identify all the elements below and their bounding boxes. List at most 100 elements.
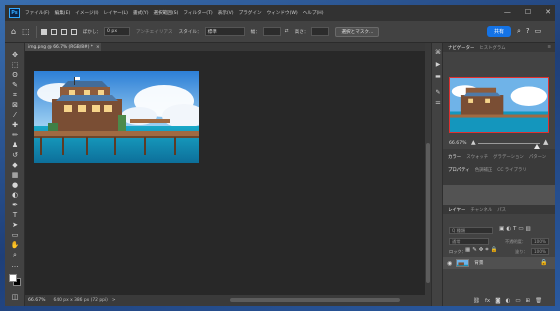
quick-mask-icon[interactable]: ◫ xyxy=(10,293,20,302)
minimize-button[interactable]: — xyxy=(504,8,511,16)
tab-paths[interactable]: パス xyxy=(497,207,506,213)
tab-close-icon[interactable]: × xyxy=(96,45,100,50)
menu-layer[interactable]: レイヤー(L) xyxy=(104,10,128,16)
lasso-tool-icon[interactable]: ʘ xyxy=(10,71,20,80)
layer-kind-filter[interactable]: Q 種類 xyxy=(449,227,493,234)
navigator-thumbnail[interactable] xyxy=(449,77,549,133)
layer-lock-icon[interactable]: 🔒 xyxy=(540,259,547,266)
comments-icon[interactable]: ▬ xyxy=(434,73,442,81)
menu-window[interactable]: ウィンドウ(W) xyxy=(267,10,298,16)
menu-filter[interactable]: フィルター(T) xyxy=(183,10,212,16)
tab-swatches[interactable]: スウォッチ xyxy=(466,154,488,160)
layer-filter-icons[interactable]: ▣◐T▭▥ xyxy=(499,226,533,232)
panel-menu-icon[interactable]: ≡ xyxy=(547,45,551,50)
help-icon[interactable]: ? xyxy=(526,27,530,36)
menu-help[interactable]: ヘルプ(H) xyxy=(303,10,324,16)
add-selection-icon[interactable] xyxy=(50,28,57,35)
blend-mode-select[interactable]: 通常 xyxy=(449,238,489,245)
link-layers-icon[interactable]: ⛓ xyxy=(473,298,480,304)
zoom-in-icon[interactable]: ▲ xyxy=(543,138,548,146)
pen-tool-icon[interactable]: ✒ xyxy=(10,201,20,210)
home-icon[interactable]: ⌂ xyxy=(11,27,16,36)
select-and-mask-button[interactable]: 選択とマスク... xyxy=(335,26,380,37)
tab-gradients[interactable]: グラデーション xyxy=(493,154,524,160)
close-button[interactable]: ✕ xyxy=(545,8,551,16)
adjust-icon[interactable]: ⚌ xyxy=(434,99,442,107)
swap-icon[interactable]: ⇄ xyxy=(285,29,289,34)
intersect-selection-icon[interactable] xyxy=(70,28,77,35)
status-menu-arrow[interactable]: > xyxy=(112,298,116,303)
add-mask-icon[interactable]: ◙ xyxy=(495,298,500,304)
brush-tool-icon[interactable]: ✏ xyxy=(10,131,20,140)
more-tools-icon[interactable]: … xyxy=(10,261,20,270)
layer-name[interactable]: 背景 xyxy=(474,260,483,266)
tab-properties[interactable]: プロパティ xyxy=(448,167,470,173)
marquee-tool-icon[interactable]: ⬚ xyxy=(10,61,20,70)
frame-tool-icon[interactable]: ⊠ xyxy=(10,101,20,110)
eraser-tool-icon[interactable]: ◆ xyxy=(10,161,20,170)
antialias-checkbox[interactable]: アンチエイリアス xyxy=(136,29,173,35)
menu-plugins[interactable]: プラグイン xyxy=(239,10,262,16)
marquee-tool-preset-icon[interactable]: ⬚ xyxy=(22,27,30,36)
tab-histogram[interactable]: ヒストグラム xyxy=(479,45,505,51)
history-icon[interactable]: ⌘ xyxy=(434,49,442,57)
feather-input[interactable]: 0 px xyxy=(104,27,131,36)
horizontal-scroll-thumb[interactable] xyxy=(230,298,400,302)
actions-play-icon[interactable]: ▶ xyxy=(434,61,442,69)
tab-channels[interactable]: チャンネル xyxy=(470,207,492,213)
tab-layers[interactable]: レイヤー xyxy=(448,207,465,213)
menu-edit[interactable]: 編集(E) xyxy=(55,10,71,16)
new-selection-icon[interactable] xyxy=(40,28,47,35)
menu-type[interactable]: 書式(Y) xyxy=(133,10,149,16)
new-layer-icon[interactable]: ⊞ xyxy=(526,298,531,304)
menu-select[interactable]: 選択範囲(S) xyxy=(154,10,179,16)
brush-settings-icon[interactable]: ✎ xyxy=(434,89,442,97)
workspace-icon[interactable]: ▭ xyxy=(535,27,542,36)
opacity-input[interactable]: 100% xyxy=(531,238,549,245)
canvas-area[interactable] xyxy=(25,51,425,295)
menu-view[interactable]: 表示(V) xyxy=(218,10,234,16)
navigator-zoom-slider[interactable] xyxy=(478,143,540,149)
style-select[interactable]: 標準 xyxy=(204,27,245,36)
eyedropper-tool-icon[interactable]: ⁄ xyxy=(10,111,20,120)
tab-adjustments[interactable]: 色調補正 xyxy=(475,167,493,173)
history-brush-tool-icon[interactable]: ↺ xyxy=(10,151,20,160)
path-select-tool-icon[interactable]: ➤ xyxy=(10,221,20,230)
move-tool-icon[interactable]: ✥ xyxy=(10,51,20,60)
healing-brush-tool-icon[interactable]: ✚ xyxy=(10,121,20,130)
tab-color[interactable]: カラー xyxy=(448,154,461,160)
layer-style-icon[interactable]: fx xyxy=(485,298,490,304)
dodge-tool-icon[interactable]: ◐ xyxy=(10,191,20,200)
subtract-selection-icon[interactable] xyxy=(60,28,67,35)
blur-tool-icon[interactable]: ● xyxy=(10,181,20,190)
tab-cc-libraries[interactable]: CC ライブラリ xyxy=(497,167,526,173)
zoom-tool-icon[interactable]: ⌕ xyxy=(10,251,20,260)
tab-navigator[interactable]: ナビゲーター xyxy=(448,45,474,51)
clone-stamp-tool-icon[interactable]: ♟ xyxy=(10,141,20,150)
tab-patterns[interactable]: パターン xyxy=(529,154,546,160)
width-input[interactable] xyxy=(262,27,281,36)
height-input[interactable] xyxy=(311,27,330,36)
search-icon[interactable]: ⌕ xyxy=(517,27,521,36)
layer-row-background[interactable]: ◉ 背景 🔒 xyxy=(443,257,555,269)
foreground-color-swatch[interactable] xyxy=(9,274,17,282)
menu-file[interactable]: ファイル(F) xyxy=(25,10,50,16)
quick-select-tool-icon[interactable]: ✎ xyxy=(10,81,20,90)
visibility-eye-icon[interactable]: ◉ xyxy=(447,260,452,267)
navigator-zoom-value[interactable]: 66.67% xyxy=(449,141,467,146)
gradient-tool-icon[interactable]: ▦ xyxy=(10,171,20,180)
crop-tool-icon[interactable]: ⌗ xyxy=(10,91,20,100)
delete-layer-icon[interactable]: 🗑 xyxy=(535,298,542,304)
maximize-button[interactable]: ☐ xyxy=(525,8,531,16)
hand-tool-icon[interactable]: ✋ xyxy=(10,241,20,250)
vertical-scroll-thumb[interactable] xyxy=(426,143,430,283)
document-image[interactable] xyxy=(34,71,199,163)
document-tab[interactable]: img.png @ 66.7% (RGB/8#) * × xyxy=(25,43,101,51)
status-zoom[interactable]: 66.67% xyxy=(28,298,46,303)
shape-tool-icon[interactable]: ▭ xyxy=(10,231,20,240)
lock-icons[interactable]: ▦✎✥⌗🔒 xyxy=(465,247,499,254)
menu-image[interactable]: イメージ(I) xyxy=(75,10,98,16)
zoom-out-icon[interactable]: ▲ xyxy=(471,139,476,146)
share-button[interactable]: 共有 xyxy=(487,26,511,37)
new-group-icon[interactable]: ▭ xyxy=(515,298,520,304)
